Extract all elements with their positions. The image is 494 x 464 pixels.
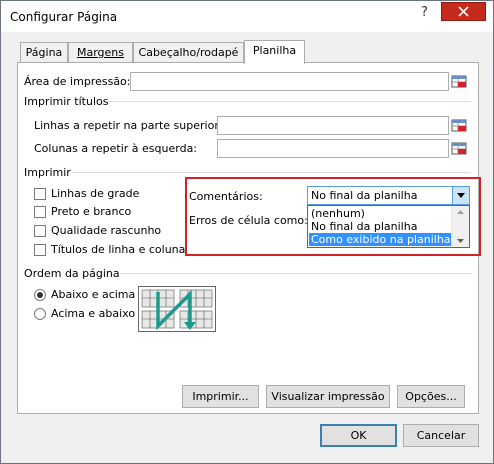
- over-then-down-radio[interactable]: [34, 308, 46, 320]
- tab-planilha[interactable]: Planilha: [244, 40, 305, 64]
- help-button[interactable]: ?: [410, 2, 439, 21]
- page-order-preview: [138, 286, 216, 332]
- ok-button[interactable]: OK: [320, 424, 397, 447]
- rows-to-repeat-collapse-button[interactable]: [449, 117, 469, 135]
- page-order-preview-icon: [138, 286, 216, 332]
- cols-to-repeat-input[interactable]: [217, 139, 449, 158]
- range-select-icon: [451, 142, 467, 155]
- tab-cabecalho-rodape[interactable]: Cabeçalho/rodapé: [133, 42, 244, 62]
- row-col-headings-label: Títulos de linha e coluna: [51, 243, 186, 256]
- title-bar: Configurar Página ?: [1, 1, 493, 32]
- dropdown-arrow-button[interactable]: [452, 187, 469, 204]
- over-then-down-label: Acima e abaixo: [51, 307, 136, 320]
- comments-option-highlighted[interactable]: Como exibido na planilha: [309, 233, 454, 246]
- range-select-icon: [451, 75, 467, 88]
- comments-select[interactable]: No final da planilha: [307, 186, 470, 205]
- dialog-title: Configurar Página: [10, 10, 118, 24]
- tab-label: Planilha: [252, 44, 297, 57]
- rows-to-repeat-label: Linhas a repetir na parte superior:: [34, 119, 223, 132]
- cell-errors-label: Erros de célula como:: [189, 214, 308, 227]
- black-and-white-checkbox[interactable]: [34, 206, 46, 218]
- tab-label: Cabeçalho/rodapé: [138, 46, 239, 59]
- draft-quality-checkbox[interactable]: [34, 225, 46, 237]
- comments-dropdown-list: (nenhum) No final da planilha Como exibi…: [307, 205, 470, 248]
- comments-label: Comentários:: [189, 190, 263, 203]
- chevron-down-icon: [457, 193, 465, 198]
- close-button[interactable]: [441, 2, 486, 21]
- tab-label: Margens: [76, 46, 124, 59]
- black-and-white-label: Preto e branco: [51, 205, 132, 218]
- page-order-divider: [120, 273, 471, 274]
- cancel-button[interactable]: Cancelar: [403, 424, 479, 447]
- down-then-over-radio[interactable]: [34, 289, 46, 301]
- gridlines-checkbox[interactable]: [34, 188, 46, 200]
- row-col-headings-checkbox[interactable]: [34, 244, 46, 256]
- print-titles-divider: [106, 101, 471, 102]
- options-button[interactable]: Opções...: [397, 385, 465, 408]
- help-icon: ?: [421, 5, 428, 20]
- comments-option[interactable]: (nenhum): [309, 207, 454, 220]
- print-area-label: Área de impressão:: [24, 75, 131, 88]
- svg-text:?: ?: [421, 5, 428, 20]
- draft-quality-label: Qualidade rascunho: [51, 224, 162, 237]
- cols-to-repeat-collapse-button[interactable]: [449, 140, 469, 158]
- comments-select-value: No final da planilha: [311, 189, 418, 202]
- range-select-icon: [451, 119, 467, 132]
- print-preview-button[interactable]: Visualizar impressão: [266, 385, 390, 408]
- rows-to-repeat-input[interactable]: [217, 116, 449, 135]
- print-titles-heading: Imprimir títulos: [24, 95, 109, 108]
- close-icon: [458, 6, 469, 17]
- print-area-collapse-button[interactable]: [449, 73, 469, 91]
- down-then-over-label: Abaixo e acima: [51, 288, 136, 301]
- page-order-heading: Ordem da página: [24, 267, 120, 280]
- print-divider: [72, 172, 471, 173]
- gridlines-label: Linhas de grade: [51, 187, 140, 200]
- scroll-arrows-icon: [457, 210, 464, 243]
- tab-label: Página: [25, 46, 63, 59]
- dropdown-scrollbar[interactable]: [451, 206, 469, 247]
- print-heading: Imprimir: [24, 166, 71, 179]
- comments-option[interactable]: No final da planilha: [309, 220, 454, 233]
- tab-margens[interactable]: Margens: [68, 42, 133, 62]
- tab-pagina[interactable]: Página: [20, 42, 68, 62]
- print-button[interactable]: Imprimir...: [182, 385, 259, 408]
- print-area-input[interactable]: [130, 72, 449, 91]
- cols-to-repeat-label: Colunas a repetir à esquerda:: [34, 142, 198, 155]
